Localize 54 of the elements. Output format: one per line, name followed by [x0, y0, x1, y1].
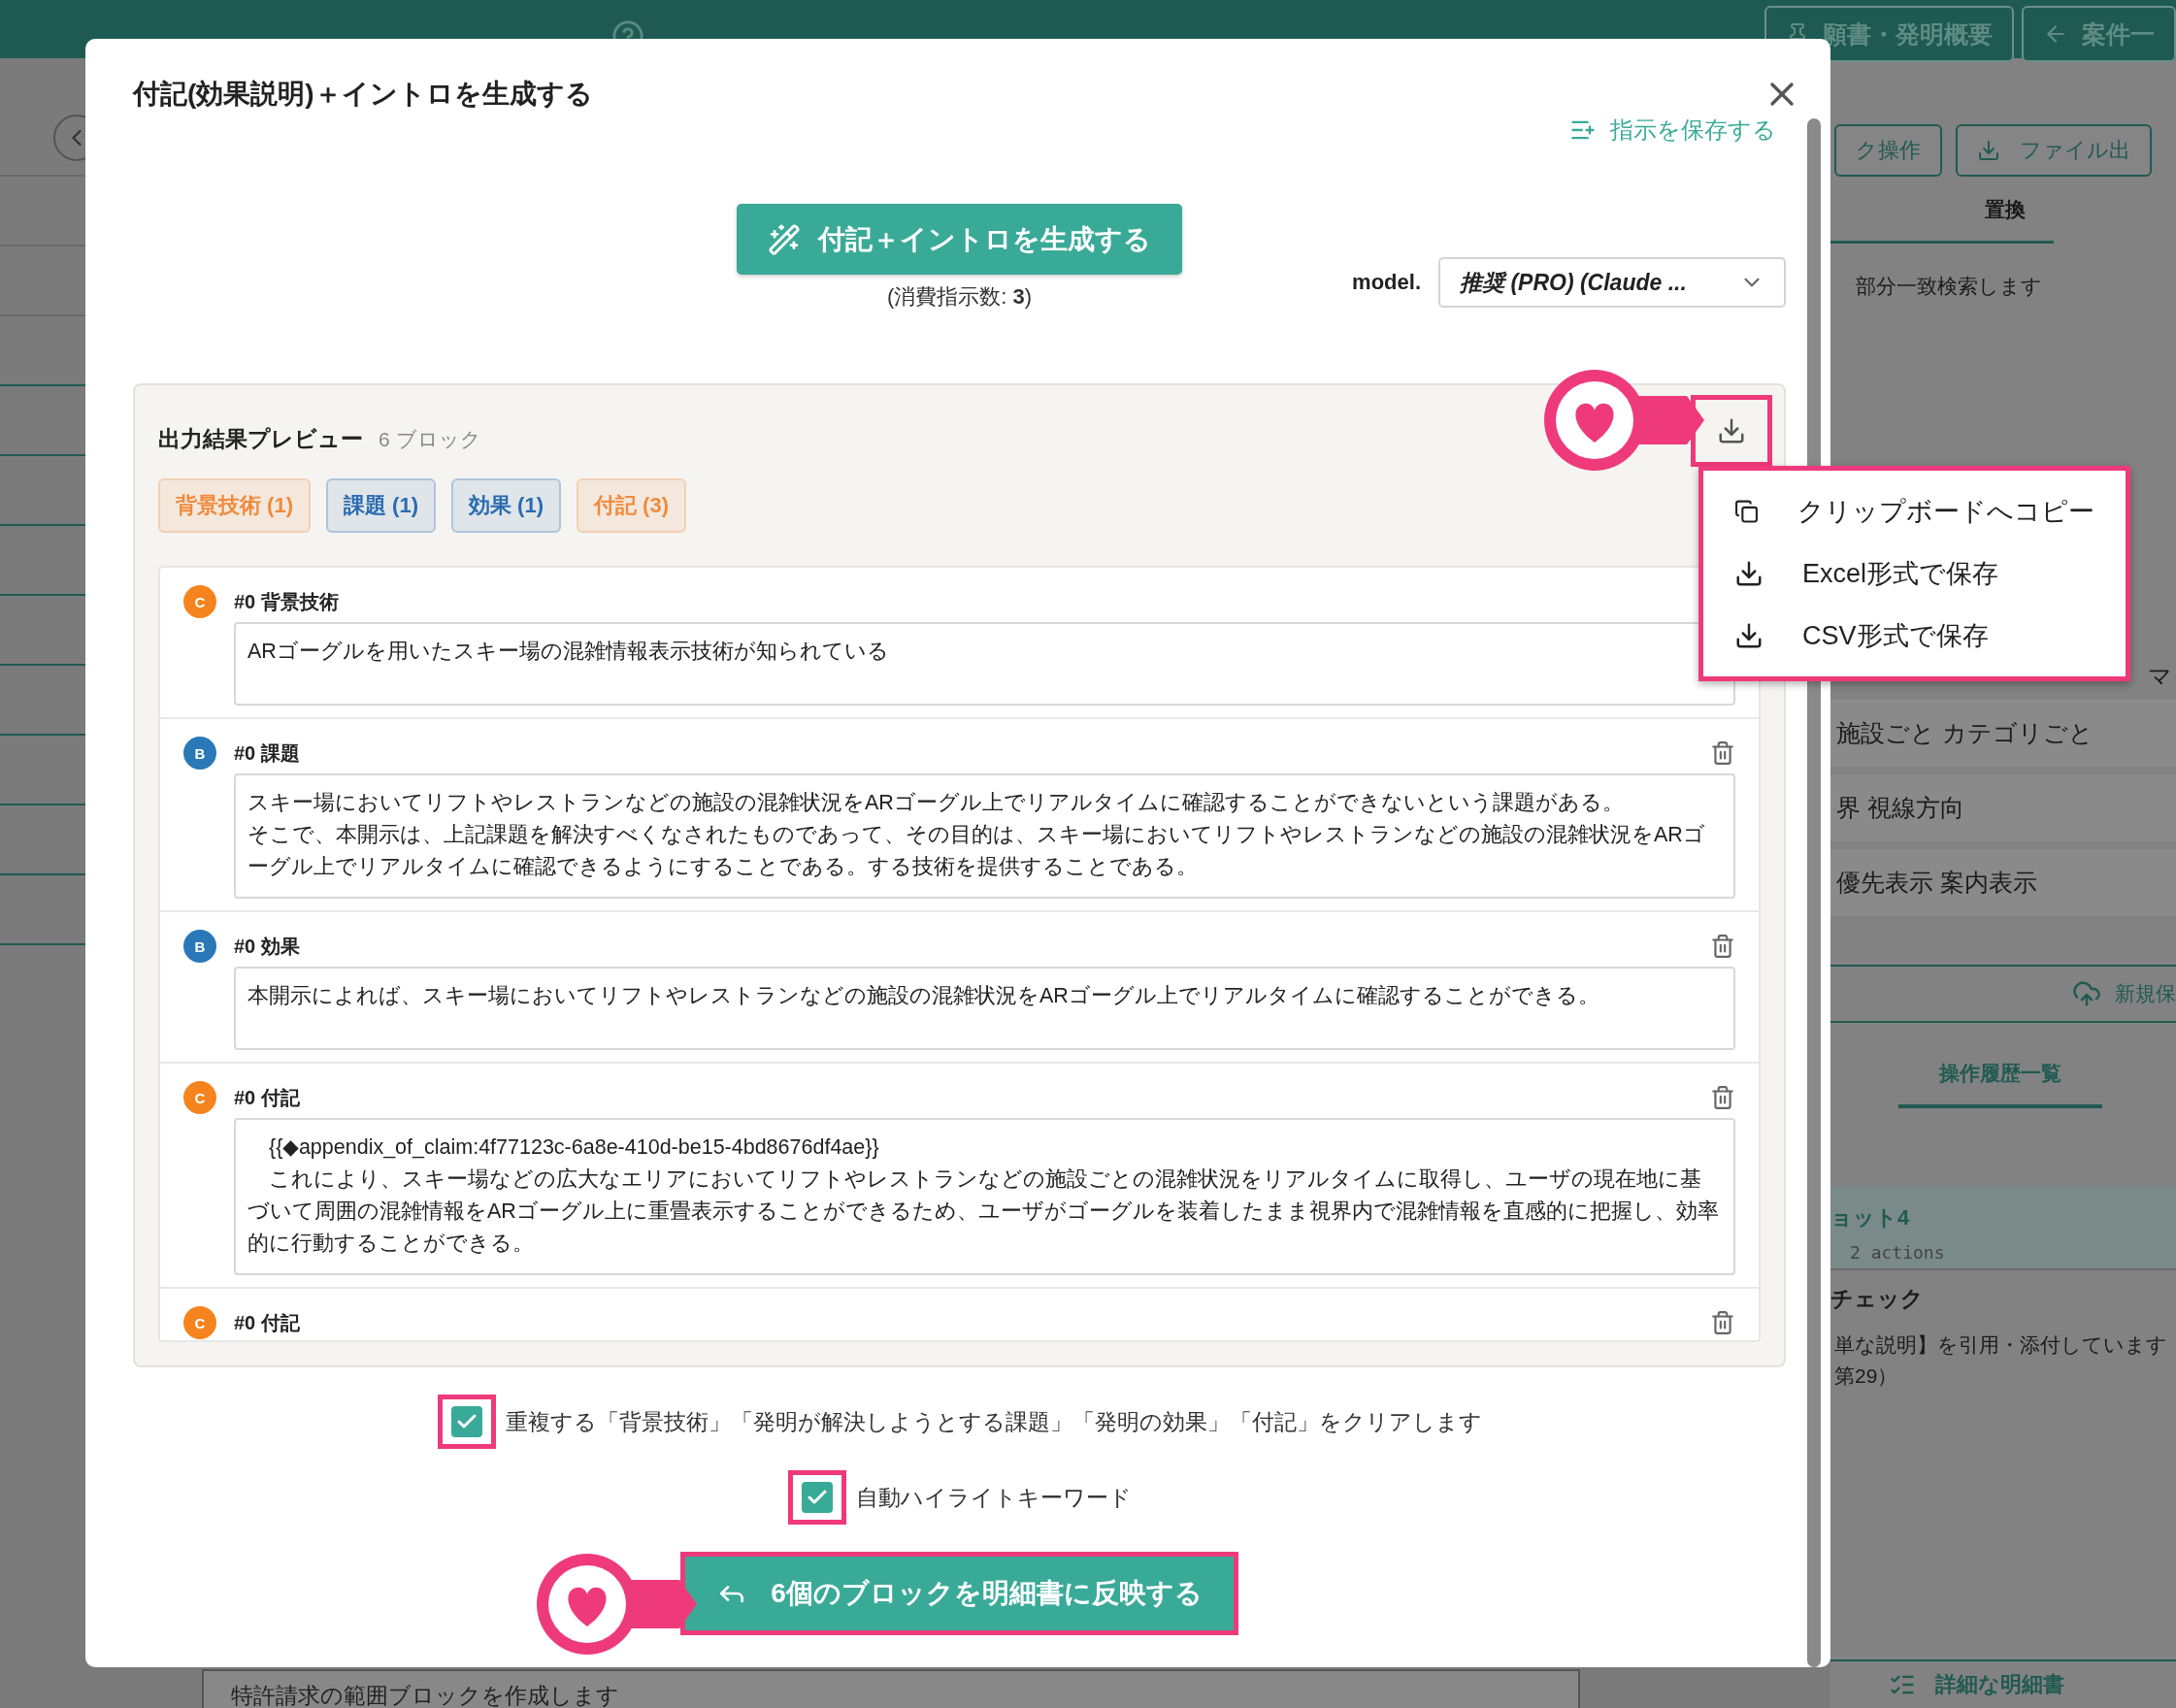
- check-text: 単な説明】を引用・添付しています: [1833, 1332, 2168, 1358]
- model-label: model.: [1352, 270, 1421, 295]
- keyword-row[interactable]: 界 視線方向: [1830, 774, 2176, 841]
- checkbox-label: 重複する「背景技術」「発明が解決しようとする課題」「発明の効果」「付記」をクリアします: [505, 1407, 1482, 1436]
- block-count: 6 ブロック: [379, 427, 481, 450]
- block-avatar: C: [183, 1081, 216, 1114]
- trash-icon[interactable]: [1710, 1310, 1735, 1335]
- cost-note: (消費指示数: 3): [886, 283, 1033, 311]
- block-title: #0 付記: [234, 1085, 300, 1110]
- text-area[interactable]: 本開示によれば、スキー場においてリフトやレストランなどの施設の混雑状況をARゴーグル上でリアルタイムに確認することができる。: [234, 967, 1735, 1050]
- model-select[interactable]: 推奨 (PRO) (Claude ...: [1438, 257, 1786, 308]
- history-meta: 2 actions: [1849, 1241, 1946, 1263]
- category-tag[interactable]: 課題 (1): [326, 478, 436, 533]
- block-title: #0 効果: [234, 934, 300, 959]
- history-title: ョット4: [1830, 1204, 1911, 1232]
- trash-icon[interactable]: [1710, 934, 1735, 959]
- keyword-row[interactable]: 施設ごと カテゴリごと: [1830, 700, 2176, 767]
- bottom-note: 特許請求の範囲ブロックを作成します: [202, 1669, 1580, 1708]
- dialog-title: 付記(効果説明)＋イントロを生成する: [133, 78, 593, 111]
- generate-button[interactable]: 付記＋イントロを生成する: [737, 204, 1182, 275]
- block-avatar: B: [183, 930, 216, 963]
- keyword-row[interactable]: 優先表示 案内表示: [1830, 849, 2176, 916]
- heart-marker-icon: [534, 1551, 699, 1658]
- checkbox[interactable]: [787, 1470, 846, 1525]
- magic-wand-icon: [768, 222, 801, 256]
- block-avatar: C: [183, 585, 216, 618]
- block-title: #0 付記: [234, 1310, 300, 1335]
- download-button[interactable]: [1691, 395, 1772, 467]
- save-instruction-link[interactable]: 指示を保存する: [1569, 118, 1776, 146]
- block-avatar: B: [183, 737, 216, 770]
- trash-icon[interactable]: [1710, 740, 1735, 766]
- cloud-upload-icon: [2072, 979, 2101, 1008]
- checkbox-label: 自動ハイライトキーワード: [855, 1483, 1132, 1512]
- text-area[interactable]: ARゴーグルを用いたスキー場の混雑情報表示技術が知られている: [234, 622, 1735, 706]
- text-area[interactable]: {{◆appendix_of_claim:4f77123c-6a8e-410d-be15-4bd8676df4ae}} これにより、スキー場などの広大なエリアにおいてリフトやレストランなどの施設ごとの混雑状況をリアルタイムに取得し、ユーザの現在地に基づいて周囲の混雑情報をARゴーグル上に重畳表示することができるため、ユーザがゴーグルを装着したまま視界内で混雑情報を直感的に把握し、効率的に行動することができる。: [234, 1118, 1735, 1275]
- download-icon: [1977, 139, 2000, 162]
- edge-text: マ: [2148, 662, 2172, 691]
- checkbox[interactable]: [437, 1395, 496, 1449]
- block-title: #0 背景技術: [234, 589, 339, 614]
- preview-title: 出力結果プレビュー: [158, 425, 363, 451]
- download-icon: [1734, 621, 1764, 650]
- apply-button[interactable]: 6個のブロックを明細書に反映する: [680, 1552, 1238, 1635]
- heart-marker-icon: [1541, 367, 1706, 474]
- block-title: #0 課題: [234, 740, 300, 766]
- download-icon: [1717, 416, 1746, 445]
- menu-item[interactable]: クリップボードへコピー: [1703, 480, 2126, 542]
- menu-item[interactable]: Excel形式で保存: [1703, 542, 2126, 605]
- category-tag[interactable]: 効果 (1): [451, 478, 561, 533]
- block-avatar: C: [183, 1306, 216, 1339]
- check-text: 第29）: [1833, 1363, 1899, 1389]
- search-hint: 部分一致検索します: [1855, 274, 2043, 299]
- text-area[interactable]: スキー場においてリフトやレストランなどの施設の混雑状況をARゴーグル上でリアルタイムに確認することができないという課題がある。 そこで、本開示は、上記課題を解決すべくなされたものであって、その目的は、スキー場においてリフトやレストランなどの施設の混雑状況をARゴーグル上でリアルタイムに確認できるようにすることである。する技術を提供することである。: [234, 773, 1735, 899]
- download-icon: [1734, 559, 1764, 588]
- trash-icon[interactable]: [1710, 1085, 1735, 1110]
